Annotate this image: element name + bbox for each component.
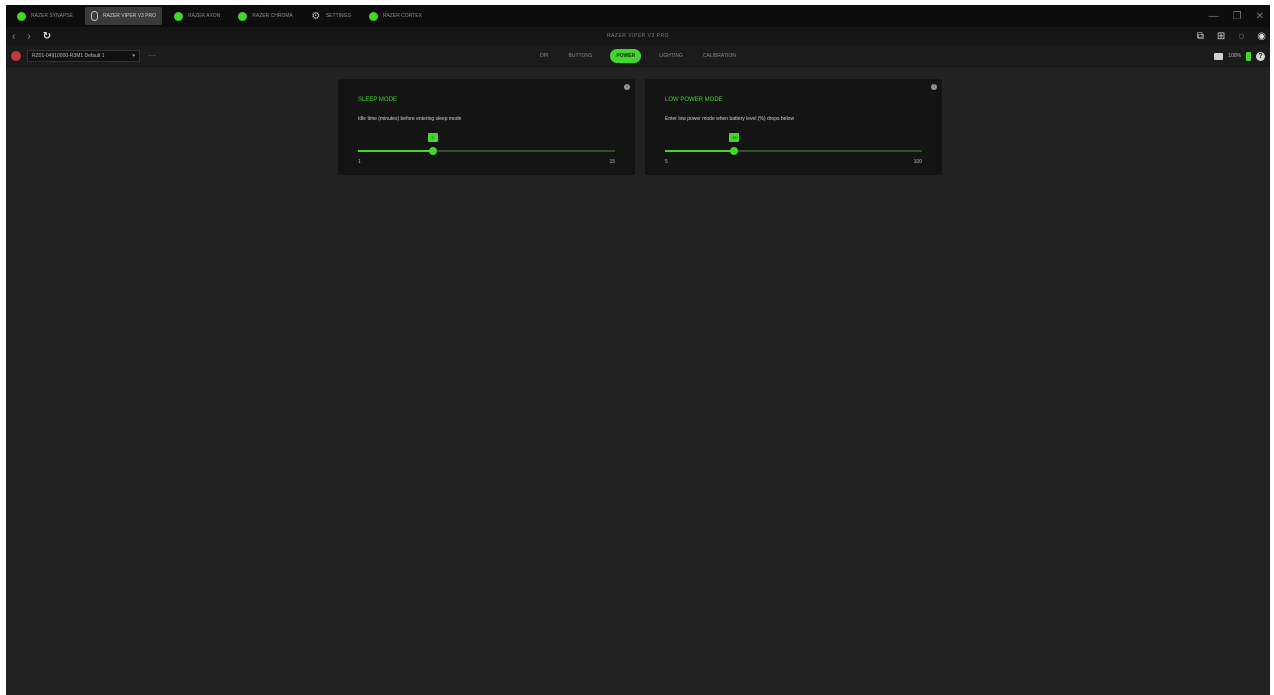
reload-button[interactable]: ↻ bbox=[43, 31, 51, 42]
card-description: Idle time (minutes) before entering slee… bbox=[358, 116, 462, 122]
sleep-mode-card: i SLEEP MODE Idle time (minutes) before … bbox=[338, 79, 635, 175]
profile-select[interactable]: RZ01-04910000-R3M1 Default 1 ▾ bbox=[27, 49, 140, 62]
devices-icon[interactable]: ⧉ bbox=[1197, 31, 1204, 42]
info-icon[interactable]: i bbox=[931, 84, 937, 90]
close-button[interactable]: ✕ bbox=[1256, 11, 1264, 22]
battery-percent: 100% bbox=[1228, 53, 1241, 59]
subtab-dpi[interactable]: DPI bbox=[538, 53, 550, 59]
slider-value-bubble: 3 bbox=[427, 133, 438, 142]
slider-min-label: 5 bbox=[665, 159, 668, 165]
minimize-button[interactable]: — bbox=[1209, 11, 1219, 22]
computer-icon bbox=[1214, 52, 1224, 60]
window-controls: — ❐ ✕ bbox=[1209, 5, 1264, 27]
slider-thumb[interactable] bbox=[730, 147, 739, 155]
slider-max-label: 15 bbox=[609, 159, 615, 165]
gear-icon: ⚙ bbox=[311, 10, 321, 22]
axon-icon bbox=[174, 11, 184, 21]
tab-chroma[interactable]: RAZER CHROMA bbox=[232, 7, 299, 25]
profile-bar: RZ01-04910000-R3M1 Default 1 ▾ ··· DPI B… bbox=[6, 45, 1270, 67]
subtab-buttons[interactable]: BUTTONS bbox=[567, 53, 595, 59]
profile-select-value: RZ01-04910000-R3M1 Default 1 bbox=[32, 52, 105, 59]
slider-thumb[interactable] bbox=[428, 147, 437, 155]
tab-axon-label: RAZER AXON bbox=[188, 13, 221, 19]
low-power-slider-track[interactable]: 15 bbox=[665, 133, 922, 155]
subtab-lighting[interactable]: LIGHTING bbox=[657, 53, 685, 59]
bulb-icon[interactable]: ◌ bbox=[1238, 31, 1244, 42]
forward-button[interactable]: › bbox=[27, 31, 30, 42]
sleep-slider-track[interactable]: 3 bbox=[358, 133, 615, 155]
card-title: SLEEP MODE bbox=[358, 97, 397, 103]
subtab-bar: DPI BUTTONS POWER LIGHTING CALIBRATION bbox=[6, 45, 1270, 67]
slider-max-label: 100 bbox=[913, 159, 922, 165]
profile-more-button[interactable]: ··· bbox=[148, 51, 156, 60]
tab-synapse[interactable]: RAZER SYNAPSE bbox=[11, 7, 79, 25]
info-icon[interactable]: i bbox=[624, 84, 630, 90]
back-button[interactable]: ‹ bbox=[12, 31, 15, 42]
tab-synapse-label: RAZER SYNAPSE bbox=[31, 13, 73, 19]
chat-icon[interactable]: ◉ bbox=[1257, 31, 1266, 42]
low-power-mode-card: i LOW POWER MODE Enter low power mode wh… bbox=[645, 79, 942, 175]
card-description: Enter low power mode when battery level … bbox=[665, 116, 794, 122]
tab-device[interactable]: RAZER VIPER V3 PRO bbox=[84, 7, 163, 25]
chevron-down-icon: ▾ bbox=[132, 52, 135, 59]
navigation-bar: ‹ › ↻ RAZER VIPER V3 PRO ⧉ ⊞ ◌ ◉ bbox=[6, 27, 1270, 45]
restore-button[interactable]: ❐ bbox=[1233, 11, 1242, 22]
razer-icon bbox=[17, 11, 26, 21]
page-title: RAZER VIPER V3 PRO bbox=[606, 33, 670, 39]
tab-cortex[interactable]: RAZER CORTEX bbox=[363, 7, 428, 25]
battery-icon bbox=[1246, 51, 1251, 61]
tab-axon[interactable]: RAZER AXON bbox=[168, 7, 226, 25]
slider-min-label: 1 bbox=[358, 159, 361, 165]
tab-device-label: RAZER VIPER V3 PRO bbox=[102, 13, 157, 19]
app-tab-bar: RAZER SYNAPSE RAZER VIPER V3 PRO RAZER A… bbox=[6, 5, 1270, 27]
slider-value-bubble: 15 bbox=[729, 133, 740, 142]
tab-cortex-label: RAZER CORTEX bbox=[382, 13, 422, 19]
mouse-icon bbox=[90, 11, 98, 21]
app-window: RAZER SYNAPSE RAZER VIPER V3 PRO RAZER A… bbox=[6, 5, 1270, 695]
status-area: 100% ? bbox=[1214, 45, 1265, 67]
nav-right-icons: ⧉ ⊞ ◌ ◉ bbox=[1197, 27, 1266, 45]
tab-settings-label: SETTINGS bbox=[325, 13, 351, 19]
profile-status-icon bbox=[11, 50, 21, 61]
slider-fill bbox=[665, 150, 735, 152]
grid-icon[interactable]: ⊞ bbox=[1217, 31, 1225, 42]
tab-settings[interactable]: ⚙ SETTINGS bbox=[305, 7, 357, 25]
help-icon[interactable]: ? bbox=[1256, 51, 1265, 61]
subtab-calibration[interactable]: CALIBRATION bbox=[701, 53, 738, 59]
slider-fill bbox=[358, 150, 433, 152]
tab-chroma-label: RAZER CHROMA bbox=[252, 13, 293, 19]
card-title: LOW POWER MODE bbox=[665, 97, 723, 103]
cortex-icon bbox=[368, 11, 378, 21]
chroma-icon bbox=[238, 11, 248, 21]
subtab-power[interactable]: POWER bbox=[610, 49, 642, 63]
